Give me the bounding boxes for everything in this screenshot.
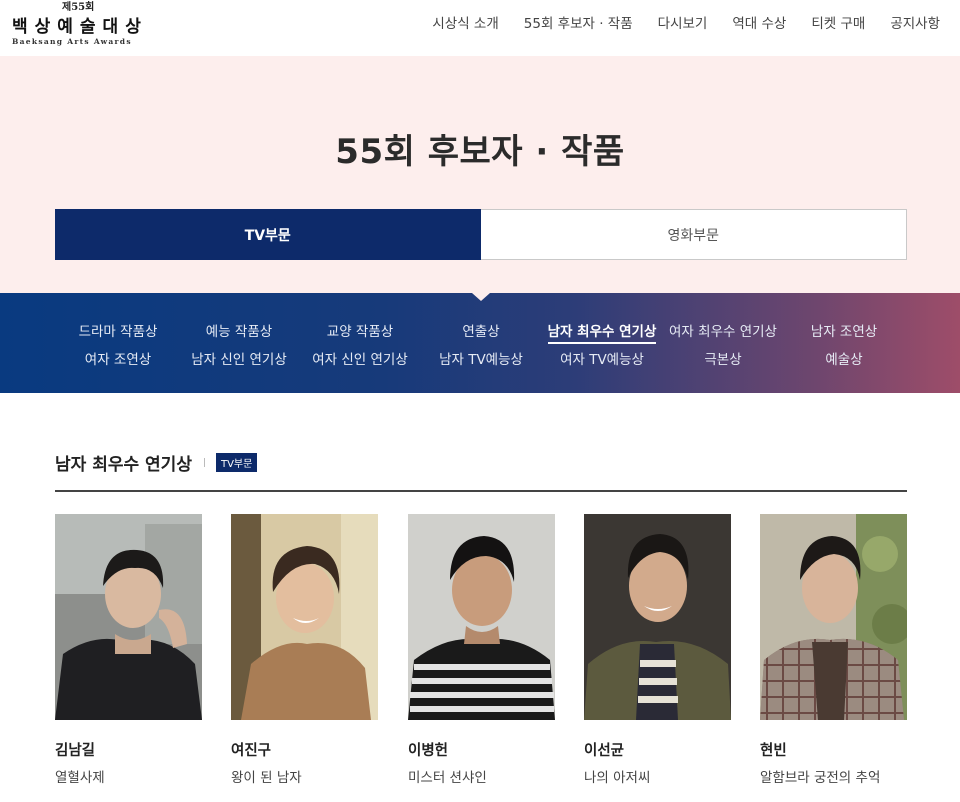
section-heading: 남자 최우수 연기상 TV부문 <box>55 450 258 475</box>
nominee-name: 이선균 <box>584 743 625 759</box>
section-title: 남자 최우수 연기상 <box>55 454 192 475</box>
tab-pointer-icon <box>472 293 490 301</box>
nominee-card[interactable]: 김남길 열혈사제 <box>55 514 202 786</box>
nominee-name: 이병헌 <box>408 743 449 759</box>
nominee-card[interactable]: 이선균 나의 아저씨 <box>584 514 731 786</box>
category-drama[interactable]: 드라마 작품상 <box>48 320 188 340</box>
nav-item-history[interactable]: 역대 수상 <box>732 12 786 32</box>
category-art[interactable]: 예술상 <box>774 348 914 368</box>
tab-tv[interactable]: TV부문 <box>55 209 481 260</box>
nominee-name: 여진구 <box>231 743 272 759</box>
division-tabs: TV부문 영화부문 <box>55 209 907 260</box>
nominee-name: 김남길 <box>55 743 96 759</box>
nominee-card[interactable]: 현빈 알함브라 궁전의 추억 <box>760 514 907 786</box>
category-new-actor[interactable]: 남자 신인 연기상 <box>169 348 309 368</box>
site-header: 제55회 백상예술대상 Baeksang Arts Awards 시상식 소개 … <box>0 0 960 56</box>
nominee-photo[interactable] <box>760 514 907 720</box>
nominee-work: 열혈사제 <box>55 770 105 786</box>
nominee-work: 왕이 된 남자 <box>231 770 302 786</box>
nominee-photo[interactable] <box>584 514 731 720</box>
nominee-photo[interactable] <box>231 514 378 720</box>
category-band: 드라마 작품상 예능 작품상 교양 작품상 연출상 남자 최우수 연기상 여자 … <box>0 293 960 393</box>
category-best-actor-label: 남자 최우수 연기상 <box>547 324 657 344</box>
category-new-actress[interactable]: 여자 신인 연기상 <box>290 348 430 368</box>
nominee-card[interactable]: 이병헌 미스터 션샤인 <box>408 514 555 786</box>
category-culture[interactable]: 교양 작품상 <box>290 320 430 340</box>
page-title: 55회 후보자 · 작품 <box>335 132 625 172</box>
nominee-photo[interactable] <box>408 514 555 720</box>
tab-film[interactable]: 영화부문 <box>480 209 907 260</box>
category-best-actor[interactable]: 남자 최우수 연기상 <box>532 320 672 344</box>
category-directing[interactable]: 연출상 <box>411 320 551 340</box>
nav-item-notices[interactable]: 공지사항 <box>890 12 940 32</box>
nominee-work: 알함브라 궁전의 추억 <box>760 770 881 786</box>
site-logo[interactable]: 제55회 백상예술대상 Baeksang Arts Awards <box>10 0 145 50</box>
category-screenplay[interactable]: 극본상 <box>653 348 793 368</box>
category-supporting-actor[interactable]: 남자 조연상 <box>774 320 914 340</box>
section-divider <box>203 457 205 467</box>
nav-item-tickets[interactable]: 티켓 구매 <box>811 12 865 32</box>
category-variety[interactable]: 예능 작품상 <box>169 320 309 340</box>
nominee-photo[interactable] <box>55 514 202 720</box>
logo-subtitle: Baeksang Arts Awards <box>12 37 132 46</box>
nominee-card[interactable]: 여진구 왕이 된 남자 <box>231 514 378 786</box>
nominee-name: 현빈 <box>760 743 787 759</box>
category-tv-variety-female[interactable]: 여자 TV예능상 <box>532 348 672 368</box>
category-tv-variety-male[interactable]: 남자 TV예능상 <box>411 348 551 368</box>
section-rule <box>55 490 907 492</box>
category-best-actress[interactable]: 여자 최우수 연기상 <box>653 320 793 340</box>
nav-item-about[interactable]: 시상식 소개 <box>432 12 498 32</box>
nav-item-replay[interactable]: 다시보기 <box>658 12 708 32</box>
section-badge: TV부문 <box>215 452 258 472</box>
logo-title: 백상예술대상 <box>12 17 148 37</box>
main-nav: 시상식 소개 55회 후보자 · 작품 다시보기 역대 수상 티켓 구매 공지사… <box>407 12 940 32</box>
nominee-work: 미스터 션샤인 <box>408 770 487 786</box>
hero-section: 55회 후보자 · 작품 TV부문 영화부문 <box>0 56 960 293</box>
nominee-work: 나의 아저씨 <box>584 770 651 786</box>
nav-item-nominees[interactable]: 55회 후보자 · 작품 <box>524 12 633 32</box>
category-supporting-actress[interactable]: 여자 조연상 <box>48 348 188 368</box>
